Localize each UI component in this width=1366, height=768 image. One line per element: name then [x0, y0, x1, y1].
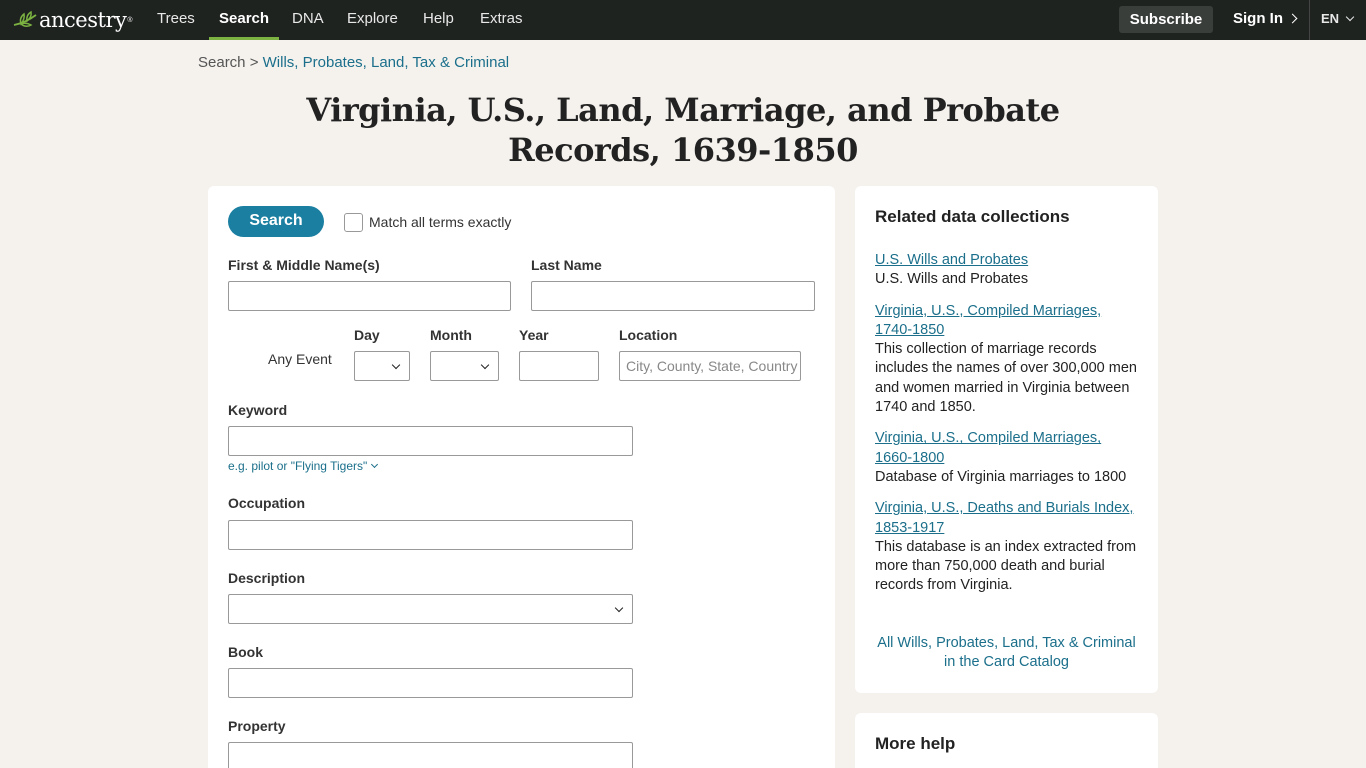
- card-catalog-link[interactable]: All Wills, Probates, Land, Tax & Crimina…: [870, 634, 1143, 673]
- keyword-label: Keyword: [228, 402, 288, 418]
- month-select[interactable]: [430, 351, 499, 381]
- more-help-card: More help: [855, 713, 1158, 768]
- logo-trademark: ®: [127, 16, 133, 24]
- property-input[interactable]: [228, 742, 633, 768]
- logo-text: ancestry: [39, 8, 127, 32]
- sign-in-link[interactable]: Sign In: [1233, 0, 1298, 40]
- breadcrumb-separator: >: [249, 54, 259, 71]
- book-label: Book: [228, 644, 263, 660]
- chevron-down-icon: [614, 603, 624, 613]
- related-title: Related data collections: [875, 207, 1070, 226]
- related-list: U.S. Wills and Probates U.S. Wills and P…: [875, 251, 1140, 608]
- ancestry-logo[interactable]: ancestry ®: [12, 7, 133, 33]
- breadcrumb-current-link[interactable]: Wills, Probates, Land, Tax & Criminal: [263, 54, 509, 71]
- day-select[interactable]: [354, 351, 410, 381]
- description-select[interactable]: [228, 594, 633, 624]
- related-link[interactable]: Virginia, U.S., Compiled Marriages, 1740…: [875, 302, 1140, 341]
- keyword-hint-toggle[interactable]: e.g. pilot or "Flying Tigers": [228, 459, 379, 473]
- match-exact-checkbox[interactable]: [344, 213, 363, 232]
- year-input[interactable]: [519, 351, 599, 381]
- language-label: EN: [1321, 11, 1340, 26]
- list-item: Virginia, U.S., Deaths and Burials Index…: [875, 499, 1140, 595]
- sign-in-label: Sign In: [1233, 10, 1283, 27]
- related-description: This collection of marriage records incl…: [875, 341, 1137, 416]
- related-description: U.S. Wills and Probates: [875, 271, 1029, 288]
- related-link[interactable]: U.S. Wills and Probates: [875, 251, 1140, 270]
- property-label: Property: [228, 718, 286, 734]
- language-selector[interactable]: EN: [1321, 0, 1355, 40]
- last-name-label: Last Name: [531, 257, 602, 273]
- description-label: Description: [228, 570, 306, 586]
- location-input[interactable]: City, County, State, Country: [619, 351, 801, 381]
- location-label: Location: [619, 327, 678, 343]
- page-title: Virginia, U.S., Land, Marriage, and Prob…: [283, 90, 1083, 170]
- related-description: Database of Virginia marriages to 1800: [875, 468, 1127, 485]
- book-input[interactable]: [228, 668, 633, 698]
- list-item: U.S. Wills and Probates U.S. Wills and P…: [875, 251, 1140, 290]
- occupation-label: Occupation: [228, 495, 306, 511]
- chevron-down-icon: [1345, 12, 1355, 22]
- first-name-input[interactable]: [228, 281, 511, 311]
- occupation-input[interactable]: [228, 520, 633, 550]
- first-name-label: First & Middle Name(s): [228, 257, 380, 273]
- nav-explore[interactable]: Explore: [337, 0, 408, 40]
- related-collections-card: Related data collections U.S. Wills and …: [855, 186, 1158, 693]
- keyword-input[interactable]: [228, 426, 633, 456]
- keyword-hint-text: e.g. pilot or "Flying Tigers": [228, 459, 368, 473]
- search-form-card: Search Match all terms exactly First & M…: [208, 186, 835, 768]
- chevron-down-icon: [391, 360, 401, 370]
- chevron-right-icon: [1287, 13, 1298, 24]
- nav-dna[interactable]: DNA: [282, 0, 334, 40]
- top-navigation: ancestry ® Trees Search DNA Explore Help…: [0, 0, 1366, 40]
- chevron-down-icon: [371, 460, 379, 469]
- subscribe-button[interactable]: Subscribe: [1119, 6, 1213, 33]
- any-event-label: Any Event: [268, 351, 332, 367]
- related-link[interactable]: Virginia, U.S., Deaths and Burials Index…: [875, 499, 1140, 538]
- nav-trees[interactable]: Trees: [147, 0, 205, 40]
- nav-divider: [1309, 0, 1310, 40]
- leaf-icon: [13, 10, 37, 28]
- match-exact-label: Match all terms exactly: [369, 214, 512, 230]
- year-label: Year: [519, 327, 549, 343]
- more-help-title: More help: [875, 734, 956, 753]
- nav-extras[interactable]: Extras: [470, 0, 533, 40]
- search-button[interactable]: Search: [228, 206, 324, 237]
- page-title-line1: Virginia, U.S., Land, Marriage, and Prob…: [306, 91, 1060, 129]
- day-label: Day: [354, 327, 380, 343]
- month-label: Month: [430, 327, 472, 343]
- nav-help[interactable]: Help: [413, 0, 464, 40]
- related-link[interactable]: Virginia, U.S., Compiled Marriages, 1660…: [875, 429, 1140, 468]
- breadcrumb: Search > Wills, Probates, Land, Tax & Cr…: [198, 54, 509, 71]
- list-item: Virginia, U.S., Compiled Marriages, 1660…: [875, 429, 1140, 487]
- chevron-down-icon: [480, 360, 490, 370]
- page-title-line2: Records, 1639-1850: [508, 131, 858, 169]
- list-item: Virginia, U.S., Compiled Marriages, 1740…: [875, 302, 1140, 418]
- breadcrumb-root: Search: [198, 54, 246, 71]
- nav-search[interactable]: Search: [209, 0, 280, 40]
- last-name-input[interactable]: [531, 281, 815, 311]
- related-description: This database is an index extracted from…: [875, 538, 1137, 594]
